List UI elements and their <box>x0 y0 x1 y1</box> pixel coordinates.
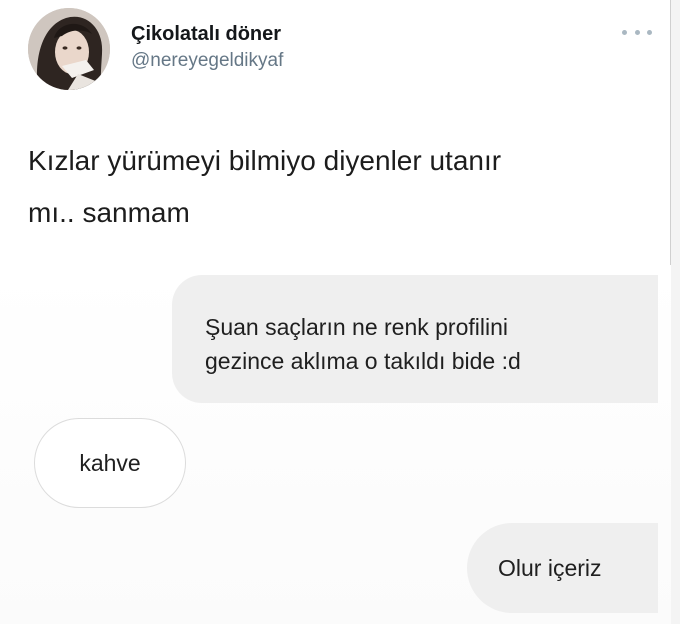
dot <box>647 29 652 35</box>
tweet-text: Kızlar yürümeyi bilmiyo diyenler utanır … <box>28 145 502 228</box>
author-info: Çikolatalı döner @nereyegeldikyaf <box>131 22 283 72</box>
tweet-header: Çikolatalı döner @nereyegeldikyaf <box>28 8 652 94</box>
user-handle[interactable]: @nereyegeldikyaf <box>131 50 283 72</box>
profile-photo-icon <box>28 8 110 90</box>
more-horizontal-icon[interactable] <box>622 26 652 38</box>
dot <box>622 29 627 35</box>
sent-message-bubble: Olur içeriz <box>467 523 658 613</box>
avatar[interactable] <box>28 8 110 90</box>
received-message-bubble: kahve <box>34 418 186 508</box>
display-name[interactable]: Çikolatalı döner <box>131 22 283 46</box>
dot <box>634 29 640 35</box>
chat-screenshot: Şuan saçların ne renk profilini gezince … <box>0 265 671 624</box>
window-edge <box>670 0 680 624</box>
sent-message-bubble: Şuan saçların ne renk profilini gezince … <box>172 275 658 403</box>
